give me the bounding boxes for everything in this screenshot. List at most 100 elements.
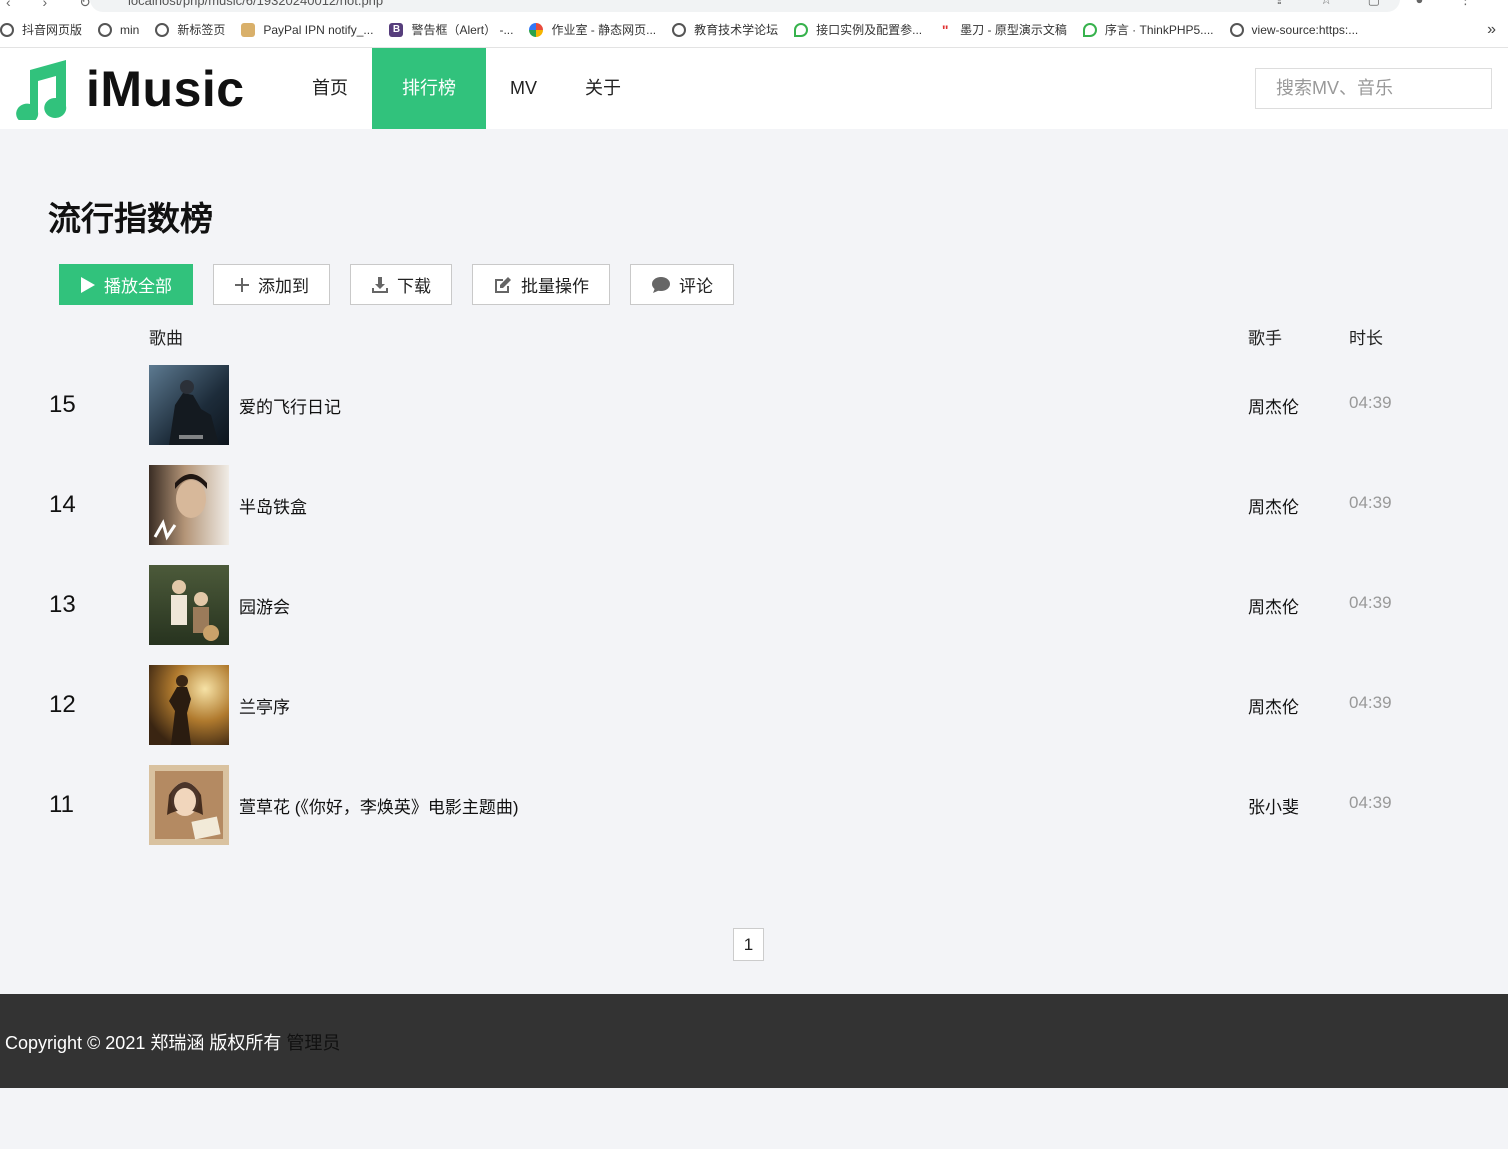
multicolor-icon	[529, 22, 544, 37]
copyright-text: Copyright © 2021 郑瑞涵 版权所有	[5, 1033, 282, 1053]
download-button[interactable]: 下载	[350, 264, 452, 305]
bookmark-item[interactable]: PayPal IPN notify_...	[241, 22, 374, 37]
bookmark-item[interactable]: 新标签页	[155, 21, 225, 38]
album-cover-image[interactable]	[149, 565, 229, 645]
nav-about[interactable]: 关于	[561, 48, 645, 129]
globe-icon	[672, 22, 687, 37]
music-note-icon	[16, 60, 67, 120]
nav-charts[interactable]: 排行榜	[372, 48, 486, 129]
song-duration: 04:39	[1349, 493, 1392, 512]
globe-icon	[0, 22, 14, 37]
comment-button[interactable]: 评论	[630, 264, 734, 305]
main-nav: 首页 排行榜 MV 关于	[288, 48, 645, 129]
bookmark-label: 墨刀 - 原型演示文稿	[960, 23, 1067, 37]
song-row[interactable]: 14 半岛铁盒 周杰伦 04:39	[0, 465, 1508, 545]
album-cover-image[interactable]	[149, 665, 229, 745]
song-rank: 11	[49, 791, 74, 818]
song-rank: 12	[49, 691, 76, 718]
bookmark-item[interactable]: 作业室 - 静态网页...	[529, 21, 656, 38]
bookmark-item[interactable]: 教育技术学论坛	[672, 21, 778, 38]
song-title[interactable]: 爱的飞行日记	[239, 393, 341, 418]
download-icon	[372, 276, 388, 293]
bookmark-label: PayPal IPN notify_...	[263, 22, 374, 37]
bookmark-label: 序言 · ThinkPHP5....	[1104, 23, 1214, 37]
add-to-label: 添加到	[258, 277, 309, 296]
globe-icon	[155, 22, 170, 37]
bookmark-label: 教育技术学论坛	[694, 23, 779, 37]
song-title[interactable]: 半岛铁盒	[239, 493, 307, 518]
song-title[interactable]: 园游会	[239, 593, 290, 618]
bookmark-item[interactable]: view-source:https:...	[1229, 22, 1359, 37]
song-duration: 04:39	[1349, 593, 1392, 612]
column-header-song: 歌曲	[149, 329, 183, 348]
bookmark-label: 新标签页	[177, 23, 226, 37]
bookmark-item[interactable]: 接口实例及配置参...	[794, 21, 922, 38]
batch-operation-button[interactable]: 批量操作	[472, 264, 610, 305]
globe-icon	[98, 22, 113, 37]
song-row[interactable]: 13 园游会 周杰伦 04:39	[0, 565, 1508, 645]
album-cover-image[interactable]	[149, 765, 229, 845]
song-title[interactable]: 兰亭序	[239, 693, 290, 718]
admin-link[interactable]: 管理员	[286, 1033, 340, 1053]
chat-icon	[1082, 22, 1097, 37]
site-footer: Copyright © 2021 郑瑞涵 版权所有 管理员	[0, 994, 1508, 1088]
modao-icon: "	[941, 21, 949, 38]
brand-name: iMusic	[86, 61, 245, 117]
bookmark-label: 警告框（Alert） -...	[411, 23, 514, 37]
song-singer[interactable]: 周杰伦	[1248, 393, 1299, 418]
song-singer[interactable]: 张小斐	[1248, 793, 1299, 818]
song-rank: 15	[49, 391, 76, 418]
page-title: 流行指数榜	[48, 200, 213, 237]
edit-icon	[495, 276, 511, 293]
plus-icon	[235, 277, 249, 292]
bookmark-label: view-source:https:...	[1251, 22, 1359, 37]
column-header-duration: 时长	[1349, 329, 1383, 348]
bookmark-label: 作业室 - 静态网页...	[551, 23, 657, 37]
site-logo[interactable]: iMusic	[4, 58, 245, 120]
play-all-label: 播放全部	[104, 277, 172, 296]
nav-mv[interactable]: MV	[486, 48, 561, 129]
browser-actions-icons[interactable]: ⇪ ☆ ▢ ● ⋮	[1274, 0, 1488, 8]
song-singer[interactable]: 周杰伦	[1248, 493, 1299, 518]
song-duration: 04:39	[1349, 393, 1392, 412]
bookmarks-more-icon[interactable]: »	[1487, 21, 1496, 39]
batch-operation-label: 批量操作	[521, 277, 589, 296]
bootstrap-icon: B	[389, 22, 404, 37]
search-input[interactable]	[1255, 68, 1492, 109]
bookmark-item[interactable]: B 警告框（Alert） -...	[389, 21, 513, 38]
pagination-page-1[interactable]: 1	[733, 928, 764, 961]
nav-home[interactable]: 首页	[288, 48, 372, 129]
album-cover-image[interactable]	[149, 465, 229, 545]
song-row[interactable]: 15 爱的飞行日记 周杰伦 04:39	[0, 365, 1508, 445]
song-rank: 13	[49, 591, 76, 618]
song-title[interactable]: 萱草花 (《你好，李焕英》电影主题曲)	[239, 793, 519, 818]
action-toolbar: 播放全部 添加到 下载 批量操作 评论	[59, 264, 754, 305]
url-text[interactable]: localhost/php/music/6/19320240012/hot.ph…	[128, 0, 383, 8]
globe-icon	[1229, 22, 1244, 37]
comment-label: 评论	[679, 277, 713, 296]
song-singer[interactable]: 周杰伦	[1248, 693, 1299, 718]
bookmark-label: 抖音网页版	[22, 23, 83, 37]
bookmark-item[interactable]: 序言 · ThinkPHP5....	[1082, 21, 1214, 38]
song-row[interactable]: 12 兰亭序 周杰伦 04:39	[0, 665, 1508, 745]
play-icon	[81, 276, 95, 293]
album-cover-image[interactable]	[149, 365, 229, 445]
bookmark-label: min	[120, 22, 140, 37]
play-all-button[interactable]: 播放全部	[59, 264, 193, 305]
bookmark-item[interactable]: 抖音网页版	[0, 21, 82, 38]
bookmark-item[interactable]: min	[98, 22, 140, 37]
bookmark-label: 接口实例及配置参...	[816, 23, 923, 37]
song-duration: 04:39	[1349, 793, 1392, 812]
song-rank: 14	[49, 491, 76, 518]
add-to-button[interactable]: 添加到	[213, 264, 330, 305]
bookmark-item[interactable]: " 墨刀 - 原型演示文稿	[938, 21, 1067, 38]
comment-icon	[652, 276, 670, 293]
download-label: 下载	[397, 277, 431, 296]
footer-copyright: Copyright © 2021 郑瑞涵 版权所有 管理员	[5, 1029, 340, 1055]
chat-icon	[794, 22, 809, 37]
song-singer[interactable]: 周杰伦	[1248, 593, 1299, 618]
song-row[interactable]: 11 萱草花 (《你好，李焕英》电影主题曲) 张小斐 04:39	[0, 765, 1508, 845]
song-duration: 04:39	[1349, 693, 1392, 712]
browser-address-bar: ‹ › ↻ localhost/php/music/6/19320240012/…	[0, 0, 1508, 12]
site-header: iMusic 首页 排行榜 MV 关于	[0, 48, 1508, 129]
